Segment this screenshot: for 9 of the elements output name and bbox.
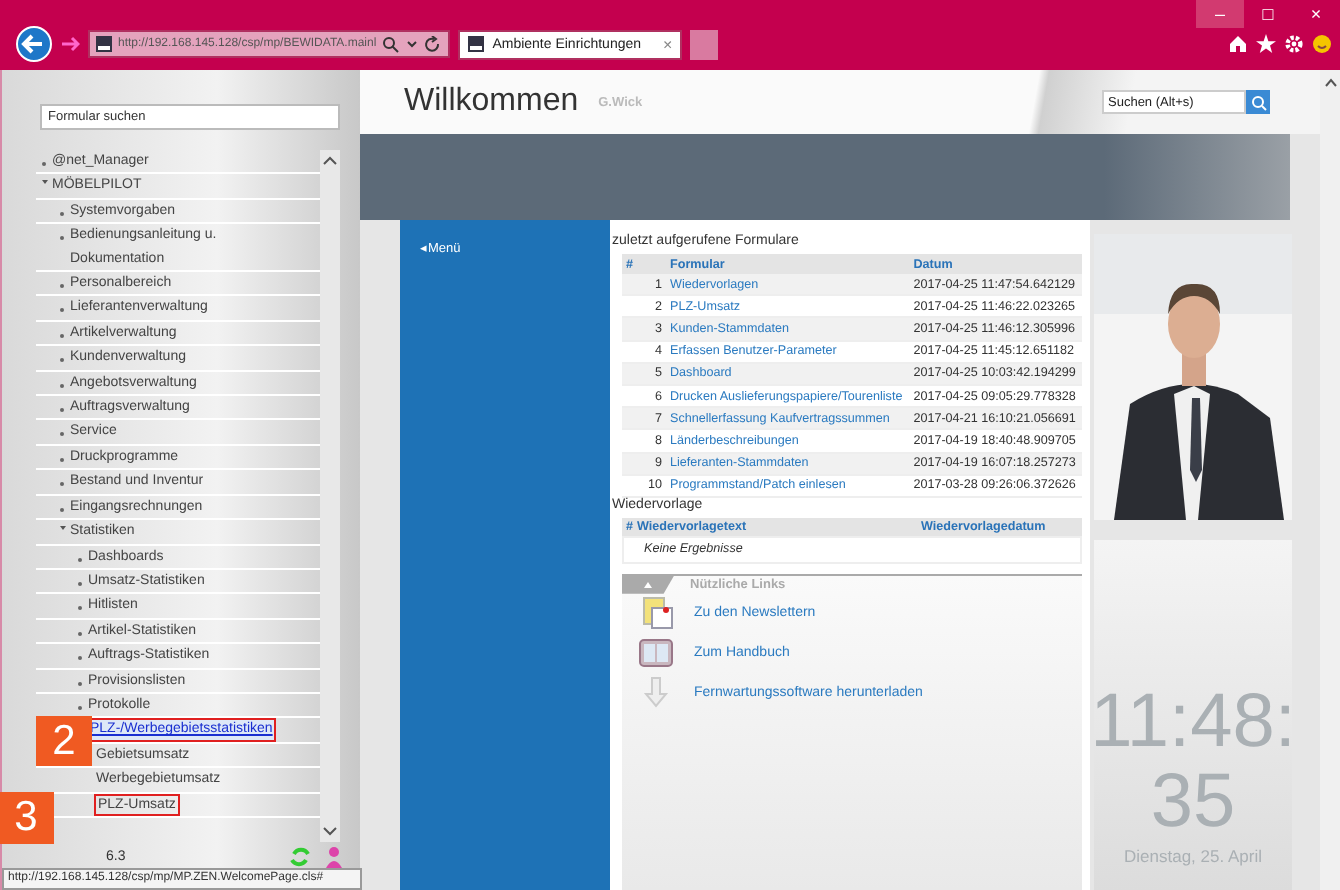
minimize-button[interactable]: –	[1196, 0, 1244, 28]
step-badge: 3	[0, 791, 54, 844]
clock-seconds: 35	[1150, 762, 1236, 842]
maximize-button[interactable]: □	[1244, 0, 1292, 28]
clock-time: 11:48:	[1090, 682, 1296, 762]
step-badge: 2	[36, 716, 92, 769]
close-button[interactable]: ×	[1292, 0, 1340, 28]
close-icon[interactable]: ×	[663, 35, 673, 53]
page-title: Willkommen	[404, 84, 579, 120]
